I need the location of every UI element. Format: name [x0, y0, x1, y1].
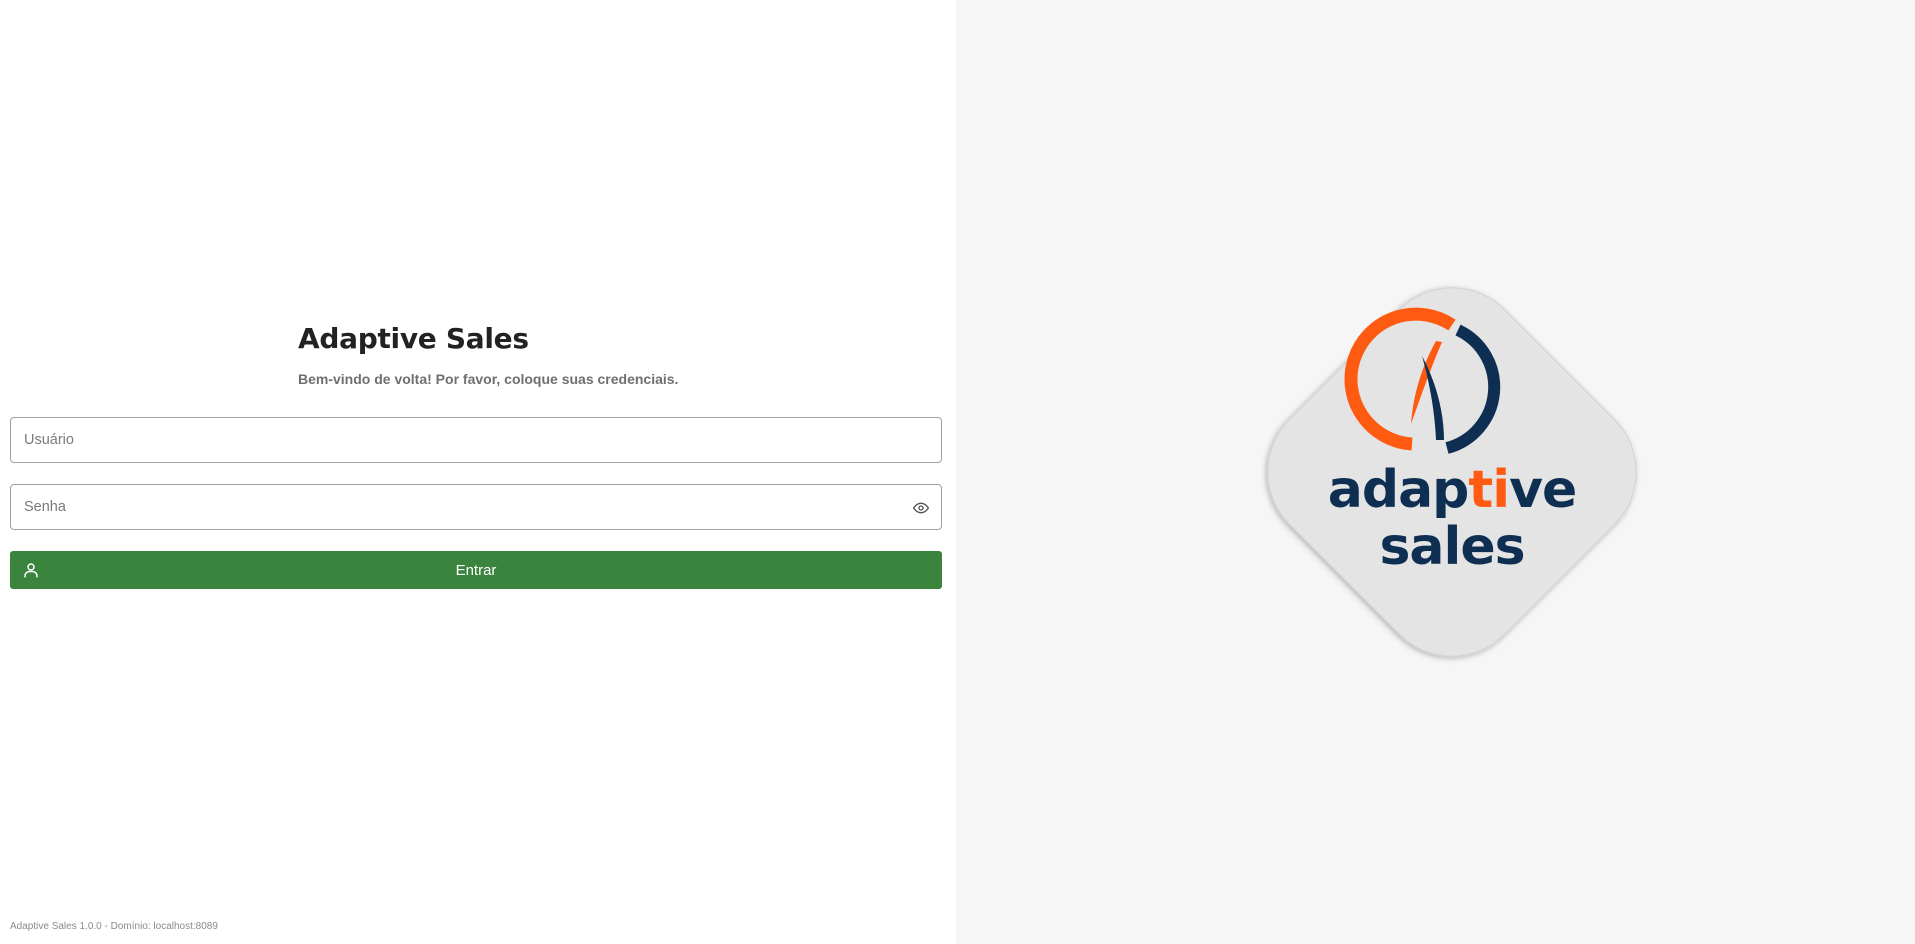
login-panel: Adaptive Sales Bem-vindo de volta! Por f… [0, 0, 956, 944]
logo: adaptive sales [1222, 246, 1682, 706]
logo-wordmark-sales: sales [1379, 517, 1524, 577]
user-icon [22, 561, 40, 579]
username-field[interactable] [10, 417, 942, 463]
password-field[interactable] [10, 484, 942, 530]
username-input[interactable] [11, 418, 941, 462]
eye-icon[interactable] [911, 498, 931, 518]
welcome-subtitle: Bem-vindo de volta! Por favor, coloque s… [298, 371, 679, 387]
login-page: Adaptive Sales Bem-vindo de volta! Por f… [0, 0, 1915, 944]
brand-panel: adaptive sales [956, 0, 1915, 944]
login-button[interactable]: Entrar [10, 551, 942, 589]
login-button-label: Entrar [455, 561, 497, 579]
page-title: Adaptive Sales [298, 322, 529, 355]
password-input[interactable] [11, 485, 941, 529]
version-footer: Adaptive Sales 1.0.0 - Domínio: localhos… [10, 921, 218, 932]
logo-wordmark-adaptive: adaptive [1328, 460, 1576, 520]
